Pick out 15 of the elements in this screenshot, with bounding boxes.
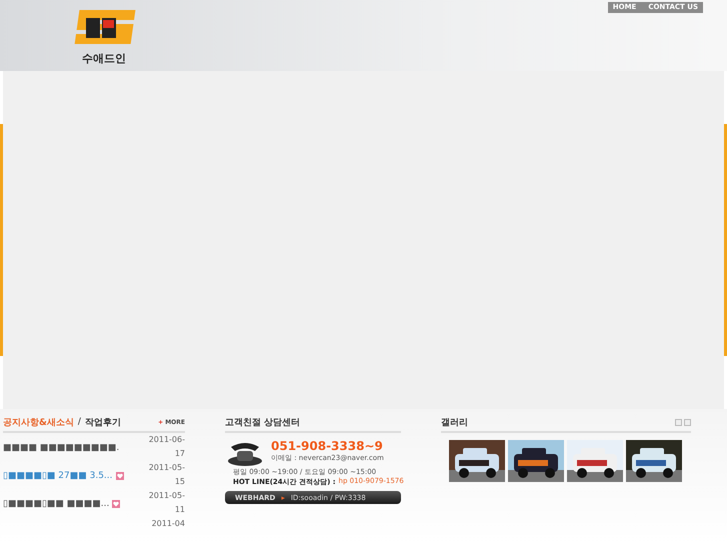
previous-button[interactable] <box>675 418 682 426</box>
notice-title[interactable]: ▯■■■■▯■ 27■■ 3.5... <box>3 471 143 481</box>
phone-number: 051-908-3338~9 <box>271 439 384 453</box>
board-tab[interactable]: 작업후기 <box>84 416 121 428</box>
section-title: 갤러리 <box>441 416 468 428</box>
notice-date: 2011-04 <box>150 518 185 530</box>
next-button[interactable] <box>684 418 691 426</box>
notice-date: 2011-05-11 <box>148 490 185 516</box>
notice-date: 2011-06-17 <box>148 434 185 460</box>
notice-date: 2011-05-15 <box>148 462 185 488</box>
notice-title[interactable]: ▯■■■■▯■■ ■■■■... <box>3 499 143 509</box>
notice-title[interactable]: ■■■■ ■■■■■■■■■. <box>3 443 143 453</box>
section-title: 고객친절 상담센터 <box>225 416 300 428</box>
separator: / <box>78 417 81 427</box>
logo-text: 수애드인 <box>82 51 126 66</box>
